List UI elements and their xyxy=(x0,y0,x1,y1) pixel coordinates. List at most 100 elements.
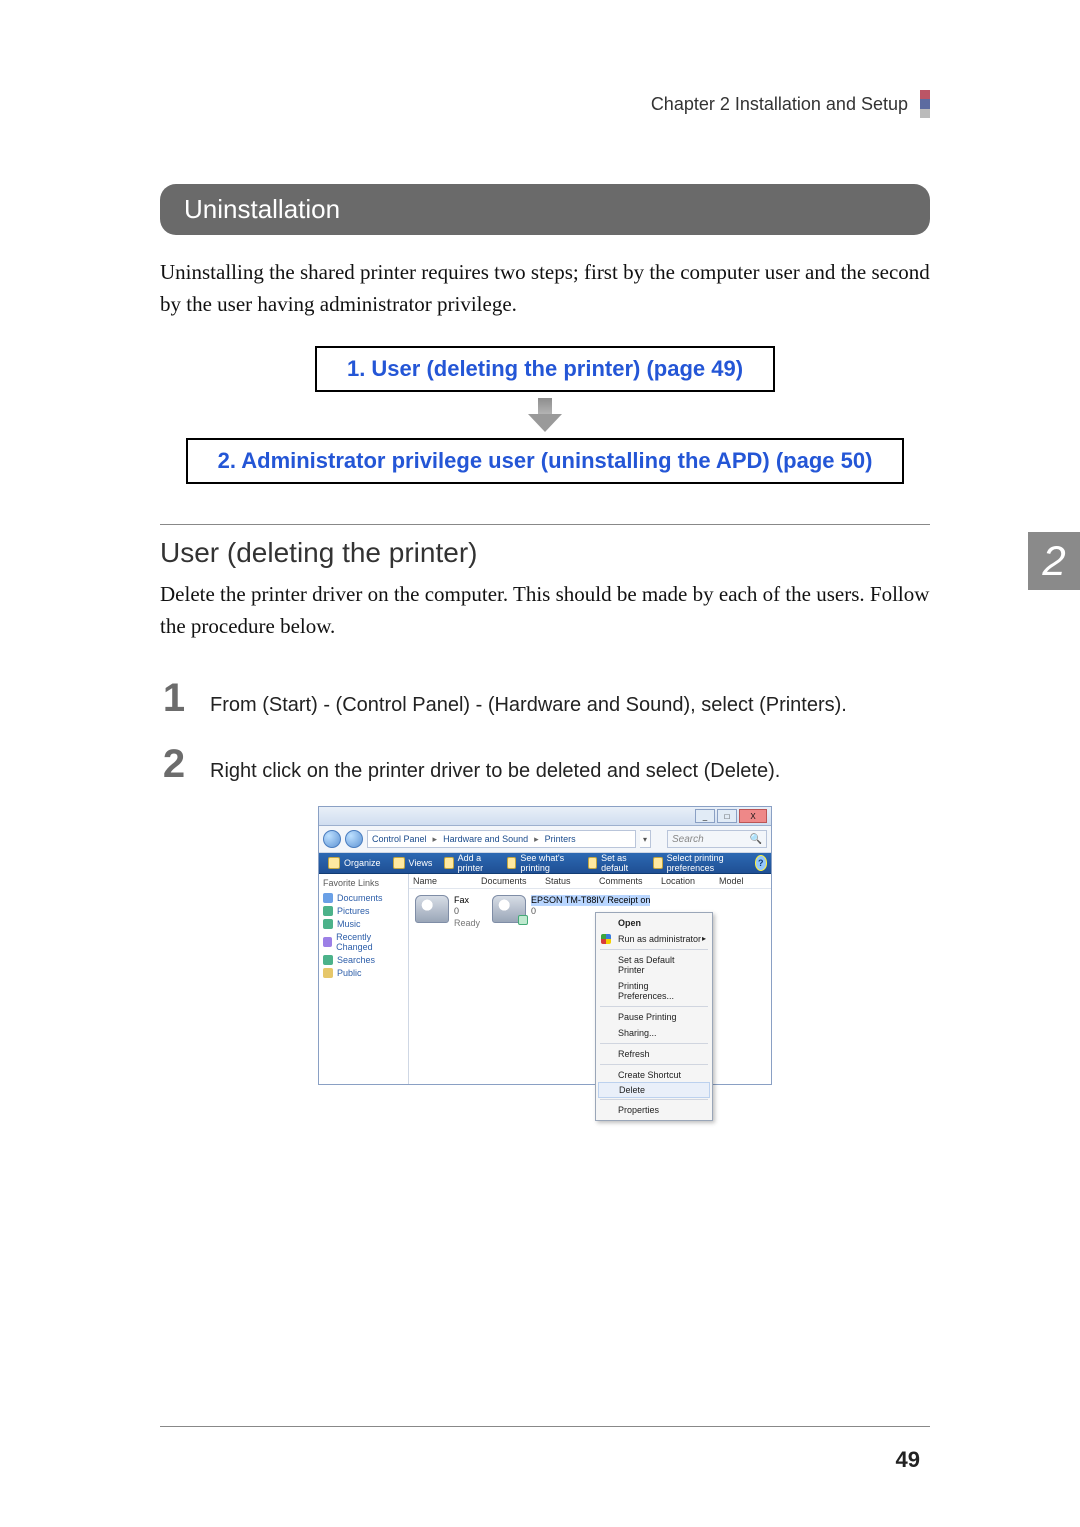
printer-context-menu: Open Run as administrator Set as Default… xyxy=(595,912,713,1121)
menu-separator xyxy=(600,1006,708,1007)
flow-step-2[interactable]: 2. Administrator privilege user (uninsta… xyxy=(186,438,905,484)
window-maximize-button[interactable]: □ xyxy=(717,809,737,823)
section-title: Uninstallation xyxy=(184,194,340,224)
menu-separator xyxy=(600,1043,708,1044)
menu-open[interactable]: Open xyxy=(596,915,712,931)
breadcrumb-sep-icon: ▸ xyxy=(433,834,438,845)
col-comments[interactable]: Comments xyxy=(599,876,661,886)
breadcrumb-item[interactable]: Printers xyxy=(545,834,576,844)
add-printer-icon xyxy=(444,857,453,869)
printer-label: Fax 0 Ready xyxy=(454,895,480,929)
nav-documents[interactable]: Documents xyxy=(323,893,404,903)
printer-docs: 0 xyxy=(454,906,480,917)
nav-forward-button[interactable] xyxy=(345,830,363,848)
step-2-text: Right click on the printer driver to be … xyxy=(210,760,780,783)
shared-printer-icon xyxy=(492,895,526,923)
search-placeholder: Search xyxy=(672,834,704,845)
step-2-number: 2 xyxy=(160,744,188,784)
flow-step-2-label: 2. Administrator privilege user (uninsta… xyxy=(218,448,873,473)
printer-fax[interactable]: Fax 0 Ready xyxy=(415,895,480,929)
page-number: 49 xyxy=(896,1447,920,1473)
flow-step-1[interactable]: 1. User (deleting the printer) (page 49) xyxy=(315,346,775,392)
window-titlebar: _ □ X xyxy=(319,807,771,826)
step-1-text: From (Start) - (Control Panel) - (Hardwa… xyxy=(210,694,847,717)
breadcrumb-item[interactable]: Hardware and Sound xyxy=(443,834,528,844)
nav-music[interactable]: Music xyxy=(323,919,404,929)
col-status[interactable]: Status xyxy=(545,876,599,886)
printers-items: Fax 0 Ready EPSON TM-T88IV Receipt on 0 xyxy=(409,889,771,935)
menu-create-shortcut[interactable]: Create Shortcut xyxy=(596,1067,712,1083)
menu-run-as-administrator[interactable]: Run as administrator xyxy=(596,931,712,947)
search-input[interactable]: Search 🔍 xyxy=(667,830,767,848)
music-icon xyxy=(323,919,333,929)
menu-printing-prefs[interactable]: Printing Preferences... xyxy=(596,978,712,1004)
queue-icon xyxy=(507,857,516,869)
cmd-add-printer[interactable]: Add a printer xyxy=(439,852,500,874)
breadcrumb-dropdown[interactable]: ▾ xyxy=(640,830,651,848)
nav-back-button[interactable] xyxy=(323,830,341,848)
document-page: Chapter 2 Installation and Setup Uninsta… xyxy=(0,0,1080,1527)
uac-shield-icon xyxy=(601,934,611,944)
subsection-heading: User (deleting the printer) xyxy=(160,537,930,569)
search-icon: 🔍 xyxy=(750,834,762,845)
menu-separator xyxy=(600,949,708,950)
menu-set-default[interactable]: Set as Default Printer xyxy=(596,952,712,978)
prefs-icon xyxy=(653,857,662,869)
views-icon xyxy=(393,857,405,869)
down-arrow-icon xyxy=(528,398,562,432)
cmd-set-default[interactable]: Set as default xyxy=(583,852,646,874)
step-2: 2 Right click on the printer driver to b… xyxy=(160,744,930,784)
section-title-bar: Uninstallation xyxy=(160,184,930,235)
pictures-icon xyxy=(323,906,333,916)
chapter-label: Chapter 2 Installation and Setup xyxy=(651,94,908,115)
col-model[interactable]: Model xyxy=(719,876,767,886)
cmd-see-printing[interactable]: See what's printing xyxy=(502,852,581,874)
uninstall-flow: 1. User (deleting the printer) (page 49)… xyxy=(160,346,930,484)
col-documents[interactable]: Documents xyxy=(481,876,545,886)
nav-searches[interactable]: Searches xyxy=(323,955,404,965)
column-headers[interactable]: Name Documents Status Comments Location … xyxy=(409,874,771,889)
help-button[interactable]: ? xyxy=(755,855,768,871)
breadcrumb-item[interactable]: Control Panel xyxy=(372,834,427,844)
page-header: Chapter 2 Installation and Setup xyxy=(160,90,930,118)
favorites-nav: Favorite Links Documents Pictures Music … xyxy=(319,874,409,1084)
printers-window: _ □ X Control Panel ▸ Hardware and Sound… xyxy=(318,806,772,1085)
menu-pause-printing[interactable]: Pause Printing xyxy=(596,1009,712,1025)
window-client-area: Favorite Links Documents Pictures Music … xyxy=(319,874,771,1084)
menu-delete[interactable]: Delete xyxy=(598,1082,710,1098)
command-bar: Organize Views Add a printer See what's … xyxy=(319,853,771,874)
nav-public[interactable]: Public xyxy=(323,968,404,978)
nav-recently-changed[interactable]: Recently Changed xyxy=(323,932,404,952)
organize-icon xyxy=(328,857,340,869)
window-close-button[interactable]: X xyxy=(739,809,767,823)
cmd-views[interactable]: Views xyxy=(388,856,438,870)
step-1-number: 1 xyxy=(160,678,188,718)
printer-icon xyxy=(415,895,449,923)
address-bar: Control Panel ▸ Hardware and Sound ▸ Pri… xyxy=(319,826,771,853)
printer-status: Ready xyxy=(454,918,480,929)
menu-sharing[interactable]: Sharing... xyxy=(596,1025,712,1041)
window-minimize-button[interactable]: _ xyxy=(695,809,715,823)
cmd-organize[interactable]: Organize xyxy=(323,856,386,870)
breadcrumb[interactable]: Control Panel ▸ Hardware and Sound ▸ Pri… xyxy=(367,830,636,848)
nav-pictures[interactable]: Pictures xyxy=(323,906,404,916)
col-location[interactable]: Location xyxy=(661,876,719,886)
chapter-thumb-tab: 2 xyxy=(1028,532,1080,590)
recent-icon xyxy=(323,937,332,947)
header-color-tabs xyxy=(920,90,930,118)
printers-list: Name Documents Status Comments Location … xyxy=(409,874,771,1084)
public-icon xyxy=(323,968,333,978)
footer-rule xyxy=(160,1426,930,1427)
menu-properties[interactable]: Properties xyxy=(596,1102,712,1118)
col-name[interactable]: Name xyxy=(413,876,481,886)
menu-separator xyxy=(600,1099,708,1100)
breadcrumb-sep-icon: ▸ xyxy=(534,834,539,845)
step-1: 1 From (Start) - (Control Panel) - (Hard… xyxy=(160,678,930,718)
printer-name: Fax xyxy=(454,895,480,906)
menu-separator xyxy=(600,1064,708,1065)
menu-refresh[interactable]: Refresh xyxy=(596,1046,712,1062)
cmd-printing-preferences[interactable]: Select printing preferences xyxy=(648,852,750,874)
subsection-rule xyxy=(160,524,930,525)
documents-icon xyxy=(323,893,333,903)
searches-icon xyxy=(323,955,333,965)
